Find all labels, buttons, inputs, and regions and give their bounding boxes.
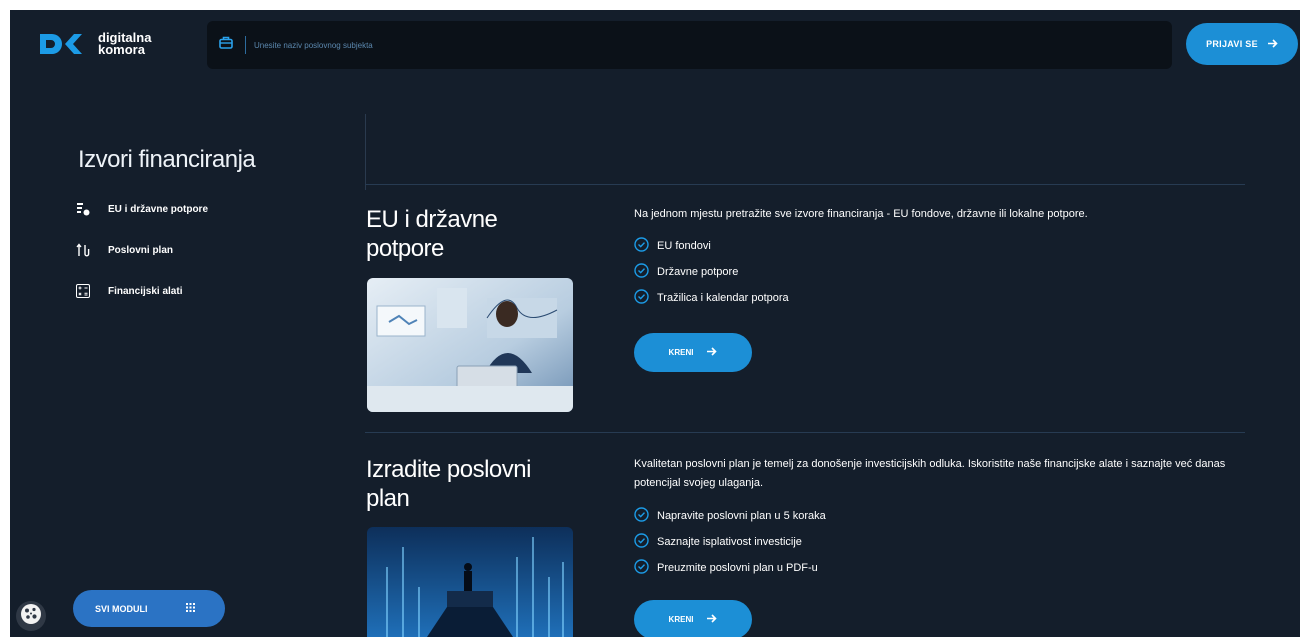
check-list-item: Preuzmite poslovni plan u PDF-u [634,555,826,581]
businessman-stairs-image [367,527,573,637]
check-circle-icon [634,263,649,281]
all-modules-button[interactable]: SVI MODULI [73,590,225,627]
check-circle-icon [634,533,649,551]
kreni-button-label: KRENI [668,615,694,624]
section-1-title: EU i državne potpore [366,205,498,263]
search-separator [245,36,246,54]
cookie-settings-button[interactable] [16,601,46,631]
search-bar [207,21,1172,69]
check-list-label: Državne potpore [657,266,739,278]
logo[interactable]: digitalna komora [38,31,151,57]
check-list-label: Napravite poslovni plan u 5 koraka [657,510,826,522]
check-list-label: EU fondovi [657,240,711,252]
check-list-label: Saznajte isplativost investicije [657,536,802,548]
check-list-item: Državne potpore [634,259,789,285]
calculator-icon [76,284,90,298]
all-modules-label: SVI MODULI [95,603,148,614]
arrow-right-icon [707,347,718,358]
check-circle-icon [634,507,649,525]
woman-laptop-image [367,278,573,412]
kreni-button-label: KRENI [668,348,694,357]
check-list-item: Tražilica i kalendar potpora [634,285,789,311]
plan-icon [76,243,90,257]
check-list-item: Saznajte isplativost investicije [634,529,826,555]
arrow-right-icon [707,614,718,625]
sidebar-item-financijski-alati[interactable]: Financijski alati [76,284,182,298]
sidebar-item-poslovni-plan[interactable]: Poslovni plan [76,243,173,257]
sidebar-item-label: Financijski alati [108,285,183,297]
horizontal-divider [365,432,1245,433]
section-1-description: Na jednom mjestu pretražite sve izvore f… [634,208,1088,220]
check-list-item: EU fondovi [634,233,789,259]
kreni-button-poslovni-plan[interactable]: KRENI [634,600,752,637]
cookie-icon [20,603,42,630]
sidebar-item-eu-potpore[interactable]: EU i državne potpore [76,202,208,216]
search-input[interactable] [254,40,754,50]
logo-mark-icon [38,31,90,57]
section-2-title: Izradite poslovni plan [366,455,531,513]
horizontal-divider [365,184,1245,185]
grid-icon [186,603,195,614]
section-2-description: Kvalitetan poslovni plan je temelj za do… [634,458,1226,489]
section-2-title-line-1: Izradite poslovni [366,456,531,483]
login-button[interactable]: PRIJAVI SE [1186,23,1298,65]
app-root: digitalna komora PRIJAVI SE Izvori finan… [10,10,1300,637]
section-1-title-line-1: EU i državne [366,206,498,233]
check-list-label: Preuzmite poslovni plan u PDF-u [657,562,818,574]
check-list-item: Napravite poslovni plan u 5 koraka [634,503,826,529]
login-button-label: PRIJAVI SE [1206,39,1258,49]
vertical-divider [365,114,366,190]
section-2-check-list: Napravite poslovni plan u 5 koraka Sazna… [634,503,826,581]
check-circle-icon [634,237,649,255]
section-1-title-line-2: potpore [366,235,444,262]
section-1-check-list: EU fondovi Državne potpore Tražilica i k… [634,233,789,311]
check-list-label: Tražilica i kalendar potpora [657,292,789,304]
check-circle-icon [634,289,649,307]
logo-line-2: komora [98,42,145,57]
funding-icon [76,202,90,216]
sidebar-item-label: Poslovni plan [108,244,174,256]
briefcase-icon [219,36,233,54]
check-circle-icon [634,559,649,577]
sidebar-title: Izvori financiranja [78,146,256,173]
section-2-title-line-2: plan [366,485,410,512]
sidebar-item-label: EU i državne potpore [108,203,209,215]
kreni-button-eu-potpore[interactable]: KRENI [634,333,752,372]
arrow-right-icon [1267,38,1278,50]
logo-text: digitalna komora [98,31,151,57]
